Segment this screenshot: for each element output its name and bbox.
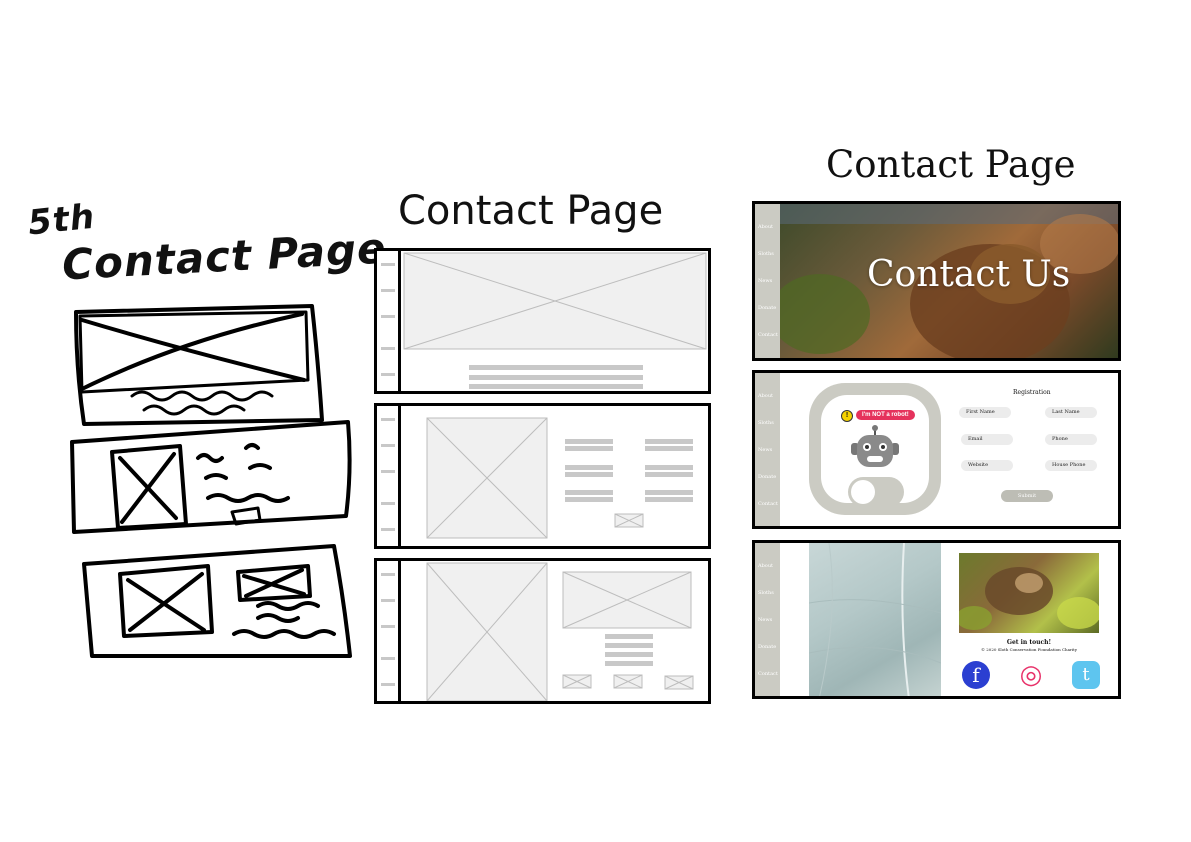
sketch-title: Contact Page [60,223,388,290]
copyright-text: © 2020 Sloth Conservation Foundation Cha… [980,647,1078,652]
wireframe-footer-panel [374,558,711,704]
nav-about[interactable]: About [758,563,773,569]
final-hero-panel: About Sloths News Donate Contact Contact… [752,201,1121,361]
registration-title: Registration [1013,389,1051,396]
hand-sketch-drawing [70,304,352,658]
final-title: Contact Page [826,143,1076,186]
robot-icon [851,425,899,467]
wireframe-hero-panel [374,248,711,394]
tumblr-icon[interactable]: t [1072,661,1100,689]
captcha-toggle[interactable] [848,477,904,507]
nav-sloths[interactable]: Sloths [758,251,774,257]
first-name-field[interactable]: First Name [959,407,1011,418]
email-field[interactable]: Email [961,434,1013,445]
wireframe-title: Contact Page [398,188,664,234]
toggle-knob[interactable] [851,480,875,504]
nav-news[interactable]: News [758,447,772,453]
nav-about[interactable]: About [758,224,773,230]
nav-contact[interactable]: Contact [758,332,778,338]
nav-contact[interactable]: Contact [758,501,778,507]
nav-contact[interactable]: Contact [758,671,778,677]
instagram-icon[interactable]: ◎ [1017,661,1045,689]
nav-news[interactable]: News [758,617,772,623]
final-sidebar: About Sloths News Donate Contact [755,543,780,696]
warning-icon: ! [841,410,853,422]
nav-donate[interactable]: Donate [758,305,776,311]
house-phone-field[interactable]: House Phone [1045,460,1097,471]
captcha-card: ! I'm NOT a robot! [809,383,941,515]
wireframe-form-panel [374,403,711,549]
nav-sloths[interactable]: Sloths [758,590,774,596]
website-field[interactable]: Website [961,460,1013,471]
final-sidebar: About Sloths News Donate Contact [755,373,780,526]
captcha-bubble: I'm NOT a robot! [856,410,915,420]
final-registration-panel: About Sloths News Donate Contact ! I'm N… [752,370,1121,529]
last-name-field[interactable]: Last Name [1045,407,1097,418]
captcha-inner: ! I'm NOT a robot! [821,395,929,507]
nav-about[interactable]: About [758,393,773,399]
sloth-photo-shapes [956,567,1101,630]
hero-heading: Contact Us [867,254,1071,295]
final-sidebar: About Sloths News Donate Contact [755,204,780,358]
phone-field[interactable]: Phone [1045,434,1097,445]
sloth-photo [956,553,1101,633]
sketch-title-step: 5th [26,196,98,244]
wireframe-hero-placeholder [403,252,707,389]
contact-heading: Get in touch! [1006,639,1052,646]
submit-button[interactable]: Submit [1001,490,1053,502]
wireframe-form-placeholder [426,417,693,539]
final-footer-panel: About Sloths News Donate Contact Get in … [752,540,1121,699]
nav-sloths[interactable]: Sloths [758,420,774,426]
nav-donate[interactable]: Donate [758,474,776,480]
nav-news[interactable]: News [758,278,772,284]
wireframe-footer-placeholder [426,562,694,701]
facebook-icon[interactable]: f [962,661,990,689]
map-texture [809,543,941,696]
nav-donate[interactable]: Donate [758,644,776,650]
map-image [809,543,941,696]
